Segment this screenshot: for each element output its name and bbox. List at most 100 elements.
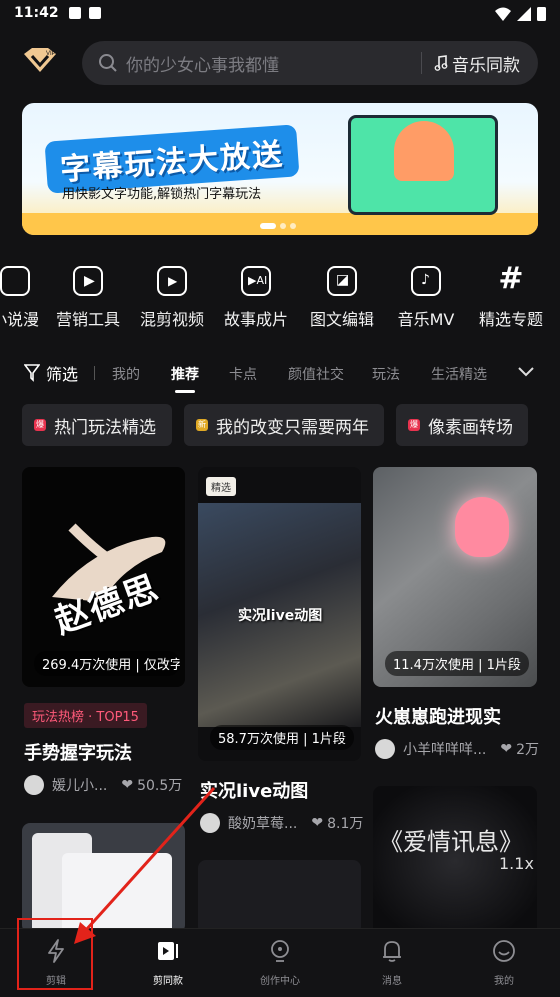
nav-messages[interactable]: 消息: [352, 939, 432, 987]
like-count: 50.5万: [137, 778, 183, 794]
nav-label: 消息: [382, 976, 402, 987]
hot-badge-icon: 爆: [34, 419, 46, 431]
tool-label: 混剪视频: [139, 310, 204, 329]
nav-creator-center[interactable]: 创作中心: [240, 939, 320, 987]
smile-profile-icon: [493, 940, 515, 962]
tool-image-text-edit[interactable]: ◪ 图文编辑: [302, 262, 382, 330]
template-card-fire-cub[interactable]: 11.4万次使用 | 1片段: [373, 467, 537, 687]
usage-stat: 58.7万次使用 | 1片段: [210, 725, 354, 750]
tool-label: 小说漫: [0, 310, 39, 329]
wifi-icon: [495, 7, 511, 21]
tool-novel-comic[interactable]: 小说漫: [0, 262, 55, 330]
tab-recommended[interactable]: 推荐: [171, 364, 199, 384]
search-icon: [99, 54, 117, 72]
like-count: 2万: [516, 742, 540, 758]
tab-life-picks[interactable]: 生活精选: [431, 364, 487, 384]
card-title[interactable]: 实况live动图: [200, 777, 308, 803]
category-tabs: 筛选 我的 推荐 卡点 颜值社交 玩法 生活精选: [0, 358, 560, 393]
heart-icon: ❤: [121, 777, 134, 793]
banner-person-illustration: [394, 121, 454, 181]
tool-mix-video[interactable]: ▶ 混剪视频: [132, 262, 212, 330]
vip-icon[interactable]: VIP: [22, 46, 58, 76]
tab-mine[interactable]: 我的: [112, 364, 140, 384]
avatar: [24, 775, 44, 795]
author-name: 媛儿小...: [52, 778, 108, 794]
chip-label: 热门玩法精选: [54, 417, 156, 438]
heart-icon: ❤: [500, 741, 513, 757]
tab-looks-social[interactable]: 颜值社交: [288, 364, 344, 384]
tool-featured-topics[interactable]: # 精选专题: [471, 262, 551, 330]
new-badge-icon: 新: [196, 419, 208, 431]
search-placeholder[interactable]: 你的少女心事我都懂: [126, 51, 421, 76]
promo-banner[interactable]: 字幕玩法大放送 用快影文字功能,解锁热门字幕玩法: [22, 103, 538, 235]
pager-dot-active: [260, 223, 276, 229]
nav-label: 剪同款: [153, 976, 183, 987]
template-card-love-message[interactable]: 《爱情讯息》 1.1x: [373, 786, 537, 936]
hashtag-icon: #: [498, 261, 524, 296]
template-card-phone-screen[interactable]: [22, 823, 185, 933]
banner-subtitle: 用快影文字功能,解锁热门字幕玩法: [62, 187, 262, 202]
tool-label: 音乐MV: [397, 310, 455, 329]
search-divider: [421, 52, 422, 74]
active-tab-indicator: [175, 390, 195, 393]
tab-separator: [94, 366, 95, 380]
chevron-down-icon[interactable]: [517, 366, 535, 378]
music-same-button[interactable]: 音乐同款: [434, 51, 520, 76]
card-author-row[interactable]: 媛儿小... ❤ 50.5万: [24, 775, 182, 795]
author-name: 酸奶草莓...: [228, 816, 298, 832]
chip-pixel-transition[interactable]: 爆 像素画转场: [396, 404, 528, 446]
nav-label: 我的: [494, 976, 514, 987]
tool-label: 营销工具: [55, 310, 120, 329]
marketing-tool-icon: ▶: [73, 266, 103, 296]
template-card-dark[interactable]: [198, 860, 361, 935]
card-author-row[interactable]: 小羊咩咩咩... ❤ 2万: [375, 739, 539, 759]
author-name: 小羊咩咩咩...: [403, 742, 487, 758]
music-note-icon: [434, 55, 448, 71]
chip-label: 像素画转场: [428, 417, 513, 438]
template-card-gesture-text[interactable]: 赵德思 269.4万次使用 | 仅改字: [22, 467, 185, 687]
svg-text:VIP: VIP: [46, 51, 56, 57]
like-count: 8.1万: [327, 816, 364, 832]
avatar: [200, 813, 220, 833]
template-video-icon: [158, 942, 178, 960]
search-bar[interactable]: 你的少女心事我都懂 音乐同款: [82, 41, 538, 85]
music-same-label: 音乐同款: [452, 55, 520, 76]
card-title[interactable]: 火崽崽跑进现实: [375, 703, 501, 729]
usage-stat: 269.4万次使用 | 仅改字: [34, 651, 180, 676]
chip-change-two-years[interactable]: 新 我的改变只需要两年: [184, 404, 384, 446]
card-overlay-subtext: 1.1x: [499, 854, 534, 873]
tool-marketing[interactable]: ▶ 营销工具: [48, 262, 128, 330]
tool-shortcuts: 小说漫 ▶ 营销工具 ▶ 混剪视频 ▶AI 故事成片 ◪ 图文编辑 ♪ 音乐MV…: [0, 262, 560, 332]
nav-profile[interactable]: 我的: [464, 939, 544, 987]
card-overlay-text: 《爱情讯息》: [379, 828, 523, 856]
filter-icon[interactable]: [24, 364, 40, 382]
annotation-highlight-box: [17, 918, 93, 990]
story-video-icon: ▶AI: [241, 266, 271, 296]
card-author-row[interactable]: 酸奶草莓... ❤ 8.1万: [200, 813, 363, 833]
status-bar: 11:42: [0, 0, 560, 26]
tool-music-mv[interactable]: ♪ 音乐MV: [386, 262, 466, 330]
usage-stat: 11.4万次使用 | 1片段: [385, 651, 529, 676]
filter-button[interactable]: 筛选: [46, 361, 78, 385]
bell-icon: [383, 941, 401, 962]
mix-video-icon: ▶: [157, 266, 187, 296]
creator-bulb-icon: [271, 940, 289, 962]
tab-gameplay[interactable]: 玩法: [372, 364, 400, 384]
tab-beat-sync[interactable]: 卡点: [229, 364, 257, 384]
pager-dot: [290, 223, 296, 229]
nav-template[interactable]: 剪同款: [128, 939, 208, 987]
tool-label: 故事成片: [223, 310, 288, 329]
card-title[interactable]: 手势握字玩法: [24, 739, 132, 765]
image-text-edit-icon: ◪: [327, 266, 357, 296]
status-time: 11:42: [14, 5, 59, 21]
chip-hot-gameplay[interactable]: 爆 热门玩法精选: [22, 404, 172, 446]
fire-cub-character-image: [455, 497, 509, 557]
hot-badge-icon: 爆: [408, 419, 420, 431]
template-card-live-photo[interactable]: 精选 实况live动图 58.7万次使用 | 1片段: [198, 467, 361, 761]
tool-label: 精选专题: [478, 310, 543, 329]
tool-story-video[interactable]: ▶AI 故事成片: [216, 262, 296, 330]
pager-dot: [280, 223, 286, 229]
music-mv-icon: ♪: [411, 266, 441, 296]
app-notification-icon: [88, 7, 101, 19]
tool-label: 图文编辑: [309, 310, 374, 329]
